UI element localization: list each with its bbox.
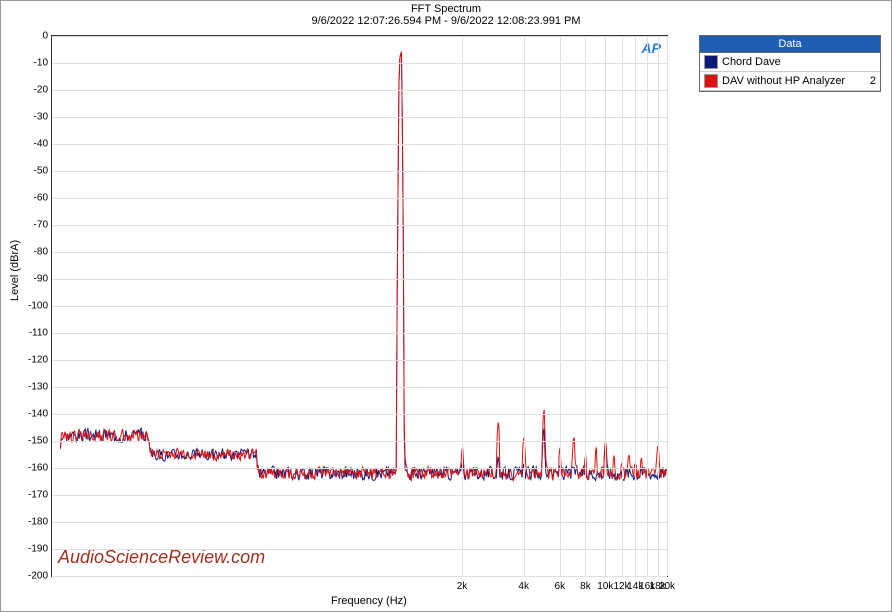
legend-label: Chord Dave [722, 56, 781, 68]
y-tick-label: -60 [22, 193, 48, 204]
chart-subtitle: 9/6/2022 12:07:26.594 PM - 9/6/2022 12:0… [1, 15, 891, 27]
y-tick-label: -20 [22, 85, 48, 96]
y-tick-label: -140 [22, 409, 48, 420]
y-tick-label: -10 [22, 58, 48, 69]
y-tick-label: 0 [22, 31, 48, 42]
y-tick-label: -30 [22, 112, 48, 123]
x-tick-label: 8k [580, 581, 591, 592]
legend-extra: 2 [870, 75, 876, 87]
y-tick-label: -40 [22, 139, 48, 150]
y-tick-label: -160 [22, 463, 48, 474]
y-tick-label: -110 [22, 328, 48, 339]
y-tick-label: -120 [22, 355, 48, 366]
x-tick-label: 6k [555, 581, 566, 592]
plot-area: AP AudioScienceReview.com 0-10-20-30-40-… [51, 35, 668, 577]
y-tick-label: -90 [22, 274, 48, 285]
y-tick-label: -200 [22, 571, 48, 582]
y-tick-label: -150 [22, 436, 48, 447]
x-tick-label: 2k [457, 581, 468, 592]
y-axis-title: Level (dBrA) [9, 240, 21, 301]
x-tick-label: 4k [518, 581, 529, 592]
y-tick-label: -130 [22, 382, 48, 393]
x-axis-title: Frequency (Hz) [331, 595, 407, 607]
y-tick-label: -50 [22, 166, 48, 177]
y-tick-label: -180 [22, 517, 48, 528]
legend-header: Data [700, 36, 880, 53]
legend-item: DAV without HP Analyzer 2 [700, 72, 880, 91]
x-tick-label: 20k [659, 581, 675, 592]
legend-swatch [704, 74, 718, 88]
legend: Data Chord Dave DAV without HP Analyzer 2 [699, 35, 881, 92]
legend-label: DAV without HP Analyzer [722, 75, 845, 87]
chart-container: FFT Spectrum 9/6/2022 12:07:26.594 PM - … [0, 0, 892, 612]
y-tick-label: -70 [22, 220, 48, 231]
y-tick-label: -170 [22, 490, 48, 501]
chart-title: FFT Spectrum [1, 1, 891, 15]
x-tick-label: 10k [597, 581, 613, 592]
y-tick-label: -100 [22, 301, 48, 312]
y-tick-label: -190 [22, 544, 48, 555]
legend-item: Chord Dave [700, 53, 880, 72]
legend-swatch [704, 55, 718, 69]
y-tick-label: -80 [22, 247, 48, 258]
